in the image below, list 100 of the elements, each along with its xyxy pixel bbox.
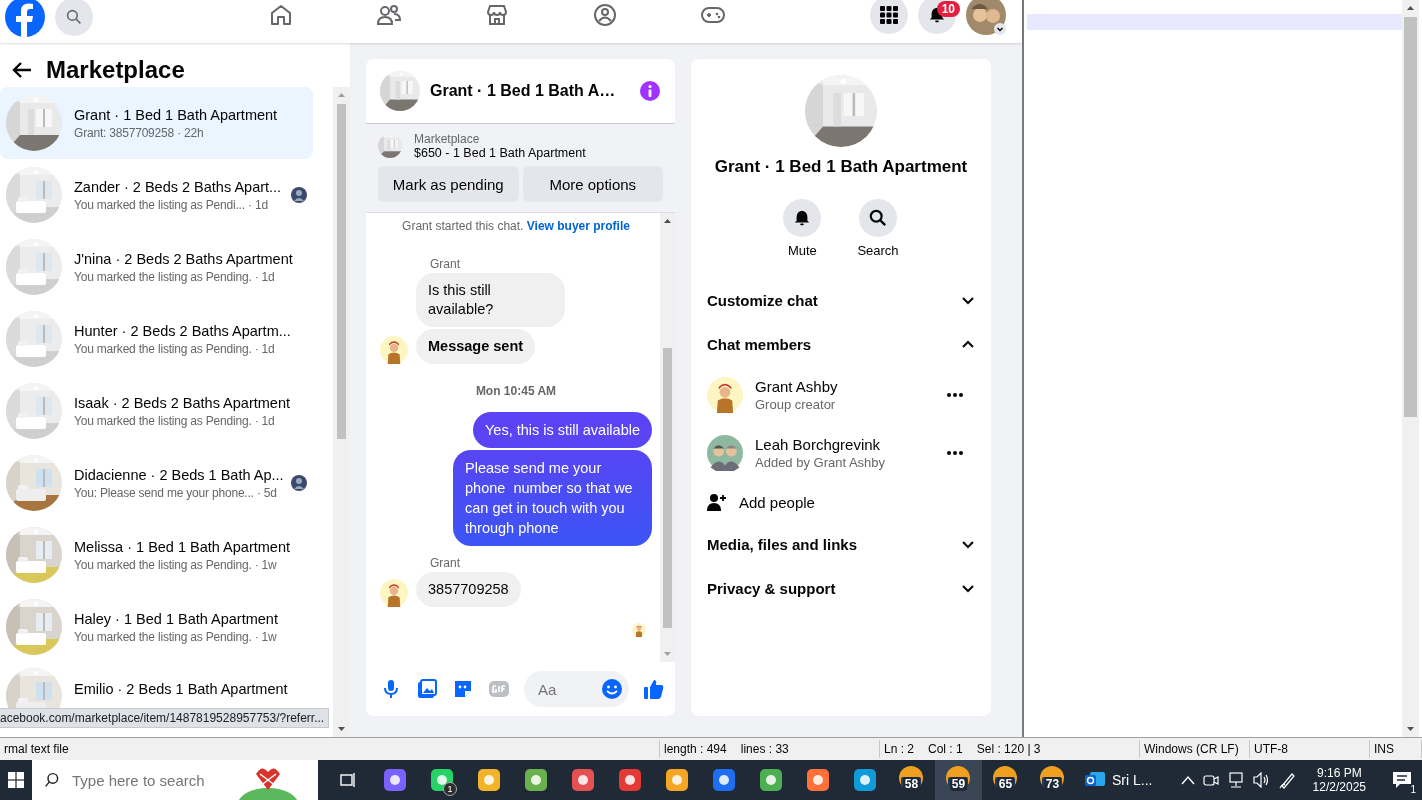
scrollbar-thumb[interactable] xyxy=(337,104,346,439)
notifications-icon[interactable] xyxy=(1392,771,1412,789)
taskbar-app[interactable]: 59 xyxy=(935,760,982,800)
encoding: UTF-8 xyxy=(1250,740,1370,758)
view-profile-link[interactable]: View buyer profile xyxy=(526,219,630,233)
pen-icon[interactable] xyxy=(1278,771,1297,789)
emoji-icon[interactable] xyxy=(601,678,623,700)
message-bubble: 3857709258 xyxy=(416,572,521,607)
member-role: Group creator xyxy=(755,397,837,412)
apps-menu-button[interactable] xyxy=(870,0,908,34)
app-icon xyxy=(382,768,407,792)
bell-icon xyxy=(783,199,822,237)
app-count: 59 xyxy=(949,777,968,791)
app-icon xyxy=(664,768,689,792)
camera-icon[interactable] xyxy=(1202,772,1219,788)
section-header[interactable]: Media, files and links xyxy=(691,522,991,566)
message-bubble: Message sent xyxy=(416,329,536,364)
sender-name: Grant xyxy=(430,257,461,271)
conversation-item[interactable]: Hunter · 2 Beds 2 Baths Apartm... You marked the listing as Pending. · 1d xyxy=(0,303,313,375)
clock[interactable]: 9:16 PM 12/2/2025 xyxy=(1304,766,1374,794)
conversation-item[interactable]: Grant · 1 Bed 1 Bath Apartment Grant: 3857709258 · 22h xyxy=(0,87,313,159)
app-count: 58 xyxy=(902,777,921,791)
message-bubble: Is this still available? xyxy=(416,273,565,327)
conversation-snippet: Grant: 3857709258 · 22h xyxy=(74,125,205,140)
message-field[interactable]: Aa xyxy=(524,671,629,707)
section-header[interactable]: Customize chat xyxy=(691,278,991,322)
profile-avatar[interactable] xyxy=(966,0,1006,35)
sticker-icon[interactable] xyxy=(452,678,474,700)
insert-mode: INS xyxy=(1370,740,1422,758)
facebook-logo[interactable] xyxy=(5,0,45,37)
selection-info: Sel : 120 | 3 xyxy=(976,742,1041,756)
conversation-title: Melissa · 1 Bed 1 Bath Apartment xyxy=(74,538,291,555)
taskbar-app[interactable]: Sri L... xyxy=(1076,760,1156,800)
conversation-snippet: You marked the listing as Pending. · 1w xyxy=(74,629,278,644)
conversation-item[interactable]: Haley · 1 Bed 1 Bath Apartment You marked the listing as Pending. · 1w xyxy=(0,591,313,663)
page-title: Marketplace xyxy=(46,56,185,84)
section-header[interactable]: Chat members xyxy=(691,322,991,366)
app-icon xyxy=(711,768,736,792)
taskbar-app[interactable]: 1 xyxy=(418,760,465,800)
member-role: Added by Grant Ashby xyxy=(755,455,887,470)
add-person-icon xyxy=(707,493,727,511)
network-icon[interactable] xyxy=(1226,772,1245,788)
section-header[interactable]: Privacy & support xyxy=(691,566,991,610)
user-avatar xyxy=(632,623,646,637)
search-button[interactable] xyxy=(55,0,93,36)
app-icon xyxy=(429,768,454,792)
listing-source: Marketplace xyxy=(414,132,481,146)
chat-action-button[interactable]: Search xyxy=(857,199,899,258)
message-bubble: Please send me your phone number so that we can get in touch with you through phone xyxy=(453,450,652,546)
member-name: Grant Ashby xyxy=(755,378,839,395)
volume-icon[interactable] xyxy=(1252,772,1271,788)
scrollbar-thumb[interactable] xyxy=(663,348,672,628)
conversation-item[interactable]: Zander · 2 Beds 2 Baths Apart... You marked the listing as Pendi... · 1d xyxy=(0,159,313,231)
listing-action-button[interactable]: More options xyxy=(522,166,663,202)
notifications-button[interactable] xyxy=(918,0,956,34)
scrollbar-thumb[interactable] xyxy=(1404,17,1417,417)
taskbar-app[interactable]: 65 xyxy=(982,760,1029,800)
conversation-item[interactable]: J'nina · 2 Beds 2 Baths Apartment You marked the listing as Pending. · 1d xyxy=(0,231,313,303)
conversation-item[interactable]: Didacienne · 2 Beds 1 Bath Ap... You: Please send me your phone... · 5d xyxy=(0,447,313,519)
listing-action-button[interactable]: Mark as pending xyxy=(378,166,519,202)
conversation-name: Grant · 1 Bed 1 Bath Apartment xyxy=(714,157,968,177)
chevron-up-icon[interactable] xyxy=(1180,775,1195,785)
back-arrow-icon[interactable] xyxy=(12,61,32,79)
app-count: 73 xyxy=(1043,777,1062,791)
message-timestamp: Mon 10:45 AM xyxy=(474,384,558,398)
user-avatar xyxy=(707,435,743,471)
taskbar-app[interactable]: 58 xyxy=(888,760,935,800)
conversation-snippet: You marked the listing as Pendi... · 1d xyxy=(74,197,269,212)
taskbar-app[interactable]: 73 xyxy=(1029,760,1076,800)
app-badge: 1 xyxy=(443,782,457,796)
image-icon[interactable] xyxy=(416,678,438,700)
notification-count: 1 xyxy=(1410,784,1416,795)
conversation-snippet: You: Please send me your phone... · 5d xyxy=(74,485,278,500)
conversation-title: Hunter · 2 Beds 2 Baths Apartm... xyxy=(74,322,292,339)
search-icon xyxy=(44,772,60,788)
conversation-title: Haley · 1 Bed 1 Bath Apartment xyxy=(74,610,279,627)
app-icon xyxy=(476,768,501,792)
sender-name: Grant xyxy=(430,556,461,570)
info-icon[interactable] xyxy=(639,80,661,102)
conversation-snippet: You marked the listing as Pending. · 1w xyxy=(74,557,278,572)
taskbar-search-field[interactable]: Type here to search xyxy=(70,770,224,790)
windows-logo-icon[interactable] xyxy=(8,772,24,788)
cursor-column: Col : 1 xyxy=(928,742,963,756)
conversation-title: Zander · 2 Beds 2 Baths Apart... xyxy=(74,178,279,195)
app-icon xyxy=(617,768,642,792)
line-ending: Windows (CR LF) xyxy=(1140,740,1250,758)
member-name: Leah Borchgrevink xyxy=(755,436,882,453)
message-input[interactable]: Aa xyxy=(536,679,601,699)
cursor-line: Ln : 2 xyxy=(884,742,915,756)
search-icon xyxy=(66,8,82,25)
conversation-item[interactable]: Isaak · 2 Beds 2 Baths Apartment You marked the listing as Pending. · 1d xyxy=(0,375,313,447)
grid-icon xyxy=(880,5,898,24)
app-icon xyxy=(805,768,830,792)
add-people-button[interactable]: Add people xyxy=(691,482,991,522)
link-preview-url: acebook.com/marketplace/item/1487819528957753/?referr... xyxy=(0,708,330,728)
app-icon xyxy=(570,768,595,792)
chat-action-button[interactable]: Mute xyxy=(783,199,822,258)
chat-title: Grant · 1 Bed 1 Bath A… xyxy=(430,82,617,100)
thumbs-up-icon[interactable] xyxy=(643,678,665,700)
conversation-item[interactable]: Melissa · 1 Bed 1 Bath Apartment You marked the listing as Pending. · 1w xyxy=(0,519,313,591)
